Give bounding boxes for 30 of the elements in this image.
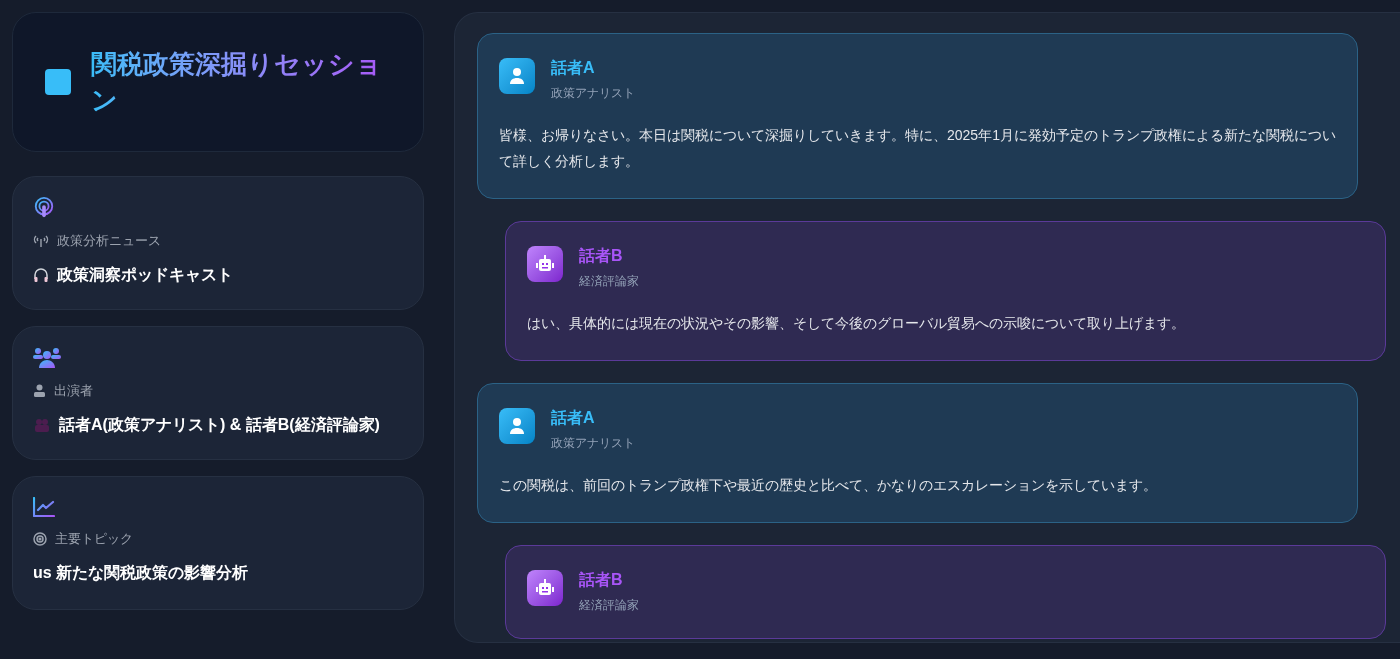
speaker-name: 話者A <box>551 58 596 78</box>
info-value: 話者A(政策アナリスト) & 話者B(経済評論家) <box>59 414 380 435</box>
silhouettes-icon <box>33 417 51 432</box>
person-icon <box>33 384 46 398</box>
square-icon <box>45 69 71 95</box>
speaker-role: 政策アナリスト <box>551 85 635 102</box>
info-label: 政策分析ニュース <box>57 232 161 250</box>
podcast-icon <box>33 197 55 219</box>
headphones-icon <box>33 266 49 283</box>
antenna-icon <box>33 234 49 247</box>
person-avatar-icon <box>499 408 535 444</box>
speaker-role: 経済評論家 <box>579 273 639 290</box>
users-icon <box>33 347 61 369</box>
chart-line-icon <box>33 497 55 517</box>
message-text: はい、具体的には現在の状況やその影響、そして今後のグローバル貿易への示唆について取り上げます。 <box>527 314 1186 333</box>
robot-avatar-icon <box>527 246 563 282</box>
target-icon <box>33 531 47 546</box>
speaker-name: 話者A <box>551 408 596 428</box>
message-text: この関税は、前回のトランプ政権下や最近の歴史と比べて、かなりのエスカレーションを示しています。 <box>499 476 1158 495</box>
speaker-role: 経済評論家 <box>579 597 639 614</box>
speaker-name: 話者B <box>579 246 624 266</box>
info-value: us 新たな関税政策の影響分析 <box>33 562 249 584</box>
message-text: 皆様、お帰りなさい。本日は関税について深掘りしていきます。特に、2025年1月に発効予定のトランプ政権による新たな関税について詳しく分析します。 <box>499 126 1336 171</box>
info-label: 出演者 <box>54 382 93 400</box>
robot-avatar-icon <box>527 570 563 606</box>
speaker-role: 政策アナリスト <box>551 435 635 452</box>
info-label: 主要トピック <box>55 530 133 548</box>
speaker-name: 話者B <box>579 570 624 590</box>
info-value: 政策洞察ポッドキャスト <box>57 264 233 285</box>
person-avatar-icon <box>499 58 535 94</box>
